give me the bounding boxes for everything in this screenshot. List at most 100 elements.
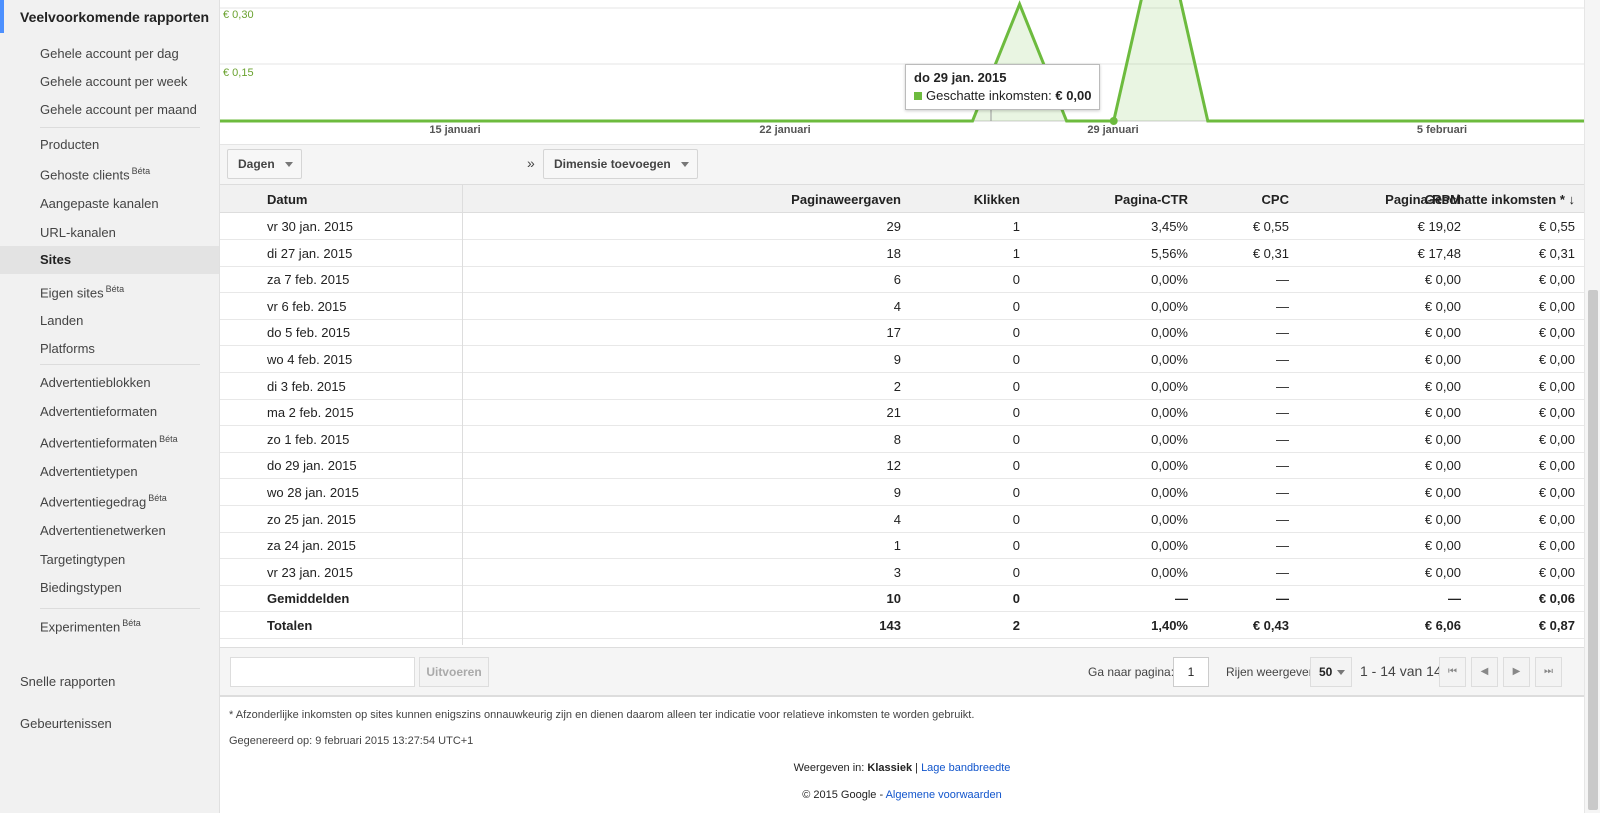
table-row[interactable]: wo 4 feb. 2015 9 0 0,00% — € 0,00 € 0,00 — [220, 346, 1584, 373]
table-row[interactable]: Gemiddelden 10 0 — — — € 0,06 — [220, 585, 1584, 613]
rows-per-page-label: Rijen weergeven: — [1226, 665, 1319, 679]
table-cell: wo 28 jan. 2015 — [267, 485, 359, 500]
table-cell: — — [1276, 538, 1289, 554]
column-header[interactable]: Pagina-CTR — [1114, 185, 1188, 214]
revenue-chart: € 0,30 € 0,15 15 januari 22 januari 29 j… — [220, 0, 1584, 140]
sidebar-item[interactable]: Landen — [40, 313, 83, 328]
table-row[interactable]: do 5 feb. 2015 17 0 0,00% — € 0,00 € 0,00 — [220, 319, 1584, 347]
sidebar-item[interactable]: Advertentieformaten Béta — [40, 434, 178, 450]
sidebar-item[interactable]: Advertentieblokken — [40, 375, 151, 390]
sidebar-item[interactable]: Advertentieformaten — [40, 404, 157, 419]
sidebar-item[interactable]: Advertentietypen — [40, 464, 138, 479]
table-cell: do 29 jan. 2015 — [267, 458, 357, 474]
table-row[interactable]: vr 6 feb. 2015 4 0 0,00% — € 0,00 € 0,00 — [220, 293, 1584, 320]
sidebar-item[interactable]: Gehele account per week — [40, 74, 187, 89]
sidebar-item[interactable]: Biedingstypen — [40, 580, 122, 595]
table-cell: 0 — [1012, 591, 1020, 607]
table-cell: di 3 feb. 2015 — [267, 378, 346, 394]
table-cell: 1 — [1012, 219, 1020, 234]
table-cell: € 0,55 — [1252, 219, 1289, 234]
table-cell: € 0,00 — [1538, 431, 1575, 447]
rows-per-page-select[interactable]: 50 — [1310, 657, 1352, 687]
column-header[interactable]: Paginaweergaven — [791, 185, 901, 214]
table-cell: za 7 feb. 2015 — [267, 272, 350, 288]
events-link[interactable]: Gebeurtenissen — [20, 716, 112, 731]
y-tick-label: € 0,15 — [223, 67, 254, 79]
terms-link[interactable]: Algemene voorwaarden — [886, 789, 1002, 801]
table-cell: 1 — [1012, 245, 1020, 261]
filter-input[interactable] — [230, 657, 415, 687]
sidebar-item[interactable]: Sites — [0, 246, 219, 274]
table-row[interactable]: za 24 jan. 2015 1 0 0,00% — € 0,00 € 0,00 — [220, 532, 1584, 560]
scrollbar-thumb[interactable] — [1588, 290, 1598, 810]
sidebar-item[interactable]: Eigen sites Béta — [40, 284, 124, 300]
table-row[interactable]: zo 1 feb. 2015 8 0 0,00% — € 0,00 € 0,00 — [220, 426, 1584, 453]
table-row[interactable]: vr 30 jan. 2015 29 1 3,45% € 0,55 € 19,02 € 0,… — [220, 213, 1584, 240]
table-cell: € 0,00 — [1538, 405, 1575, 421]
sidebar-item[interactable]: Advertentienetwerken — [40, 523, 166, 538]
table-cell: 0 — [1012, 431, 1020, 447]
sidebar-item-label: Sites — [40, 252, 72, 267]
sidebar-item[interactable]: URL-kanalen — [40, 225, 116, 240]
table-cell: 0 — [1012, 564, 1020, 580]
table-row[interactable]: vr 23 jan. 2015 3 0 0,00% — € 0,00 € 0,00 — [220, 559, 1584, 586]
sidebar-item[interactable]: Gehoste clients Béta — [40, 166, 150, 182]
table-cell: 0,00% — [1151, 325, 1188, 341]
table-cell: 18 — [886, 245, 901, 261]
column-header[interactable]: Datum — [267, 185, 307, 214]
table-row[interactable]: wo 28 jan. 2015 9 0 0,00% — € 0,00 € 0,00 — [220, 479, 1584, 506]
sidebar-item-label: Gehoste clients — [40, 167, 130, 183]
prev-page-icon[interactable]: ◀ — [1471, 657, 1498, 687]
sidebar-item[interactable]: Aangepaste kanalen — [40, 196, 159, 211]
table-row[interactable]: zo 25 jan. 2015 4 0 0,00% — € 0,00 € 0,00 — [220, 506, 1584, 533]
add-dimension-dropdown[interactable]: Dimensie toevoegen — [543, 149, 698, 179]
sidebar-item[interactable]: Targetingtypen — [40, 552, 125, 567]
goto-page-input[interactable]: 1 — [1173, 657, 1209, 687]
sidebar-item[interactable]: Producten — [40, 137, 99, 152]
first-page-icon[interactable]: ⏮ — [1439, 657, 1466, 687]
table-cell: di 27 jan. 2015 — [267, 245, 353, 261]
table-cell: € 0,00 — [1538, 272, 1575, 288]
table-cell: 0 — [1012, 458, 1020, 474]
chevron-down-icon — [680, 162, 689, 167]
vertical-scrollbar[interactable] — [1584, 0, 1600, 813]
sidebar-item[interactable]: Gehele account per dag — [40, 46, 179, 61]
quick-reports-link[interactable]: Snelle rapporten — [20, 674, 115, 689]
table-cell: 4 — [893, 511, 901, 527]
table-cell: € 0,55 — [1538, 219, 1575, 234]
sidebar-item[interactable]: Experimenten Béta — [40, 618, 141, 634]
table-row[interactable]: do 29 jan. 2015 12 0 0,00% — € 0,00 € 0,00 — [220, 452, 1584, 480]
table-cell: 0 — [1012, 485, 1020, 500]
sidebar-item[interactable]: Gehele account per maand — [40, 102, 197, 117]
table-header-row: Datum Paginaweergaven Klikken Pagina-CTR CPC… — [220, 184, 1584, 213]
next-page-icon[interactable]: ▶ — [1503, 657, 1530, 687]
column-header[interactable]: Geschatte inkomsten * ↓ — [1425, 185, 1575, 214]
table-cell: za 24 jan. 2015 — [267, 538, 356, 554]
column-header[interactable]: Klikken — [974, 185, 1020, 214]
table-row[interactable]: di 27 jan. 2015 18 1 5,56% € 0,31 € 17,48 € 0,… — [220, 240, 1584, 267]
table-cell: 10 — [886, 591, 901, 607]
table-row[interactable]: di 3 feb. 2015 2 0 0,00% — € 0,00 € 0,00 — [220, 373, 1584, 400]
table-row[interactable]: za 7 feb. 2015 6 0 0,00% — € 0,00 € 0,00 — [220, 266, 1584, 294]
table-row[interactable]: Totalen 143 2 1,40% € 0,43 € 6,06 € 0,87 — [220, 612, 1584, 639]
table-cell: € 6,06 — [1424, 618, 1461, 633]
sidebar-divider — [40, 608, 200, 609]
table-cell: € 0,00 — [1424, 378, 1461, 394]
classic-view: Klassiek — [867, 762, 913, 774]
table-cell: 0,00% — [1151, 458, 1188, 474]
sidebar-item[interactable]: Advertentiegedrag Béta — [40, 493, 167, 509]
days-dropdown[interactable]: Dagen — [227, 149, 302, 179]
last-page-icon[interactable]: ⏭ — [1535, 657, 1562, 687]
apply-button[interactable]: Uitvoeren — [419, 657, 489, 687]
table-row[interactable]: ma 2 feb. 2015 21 0 0,00% — € 0,00 € 0,00 — [220, 399, 1584, 427]
tooltip-value: € 0,00 — [1055, 88, 1092, 103]
sidebar-item-label: Producten — [40, 137, 100, 152]
column-divider — [462, 184, 463, 645]
sidebar-item[interactable]: Platforms — [40, 341, 95, 356]
low-bandwidth-link[interactable]: Lage bandbreedte — [921, 762, 1010, 774]
column-header[interactable]: CPC — [1262, 185, 1289, 214]
view-mode: Weergeven in: Klassiek | Lage bandbreedt… — [220, 762, 1584, 774]
table-cell: € 0,06 — [1538, 591, 1575, 607]
sidebar-section-title[interactable]: Veelvoorkomende rapporten — [0, 0, 220, 33]
table-cell: € 0,00 — [1424, 325, 1461, 341]
